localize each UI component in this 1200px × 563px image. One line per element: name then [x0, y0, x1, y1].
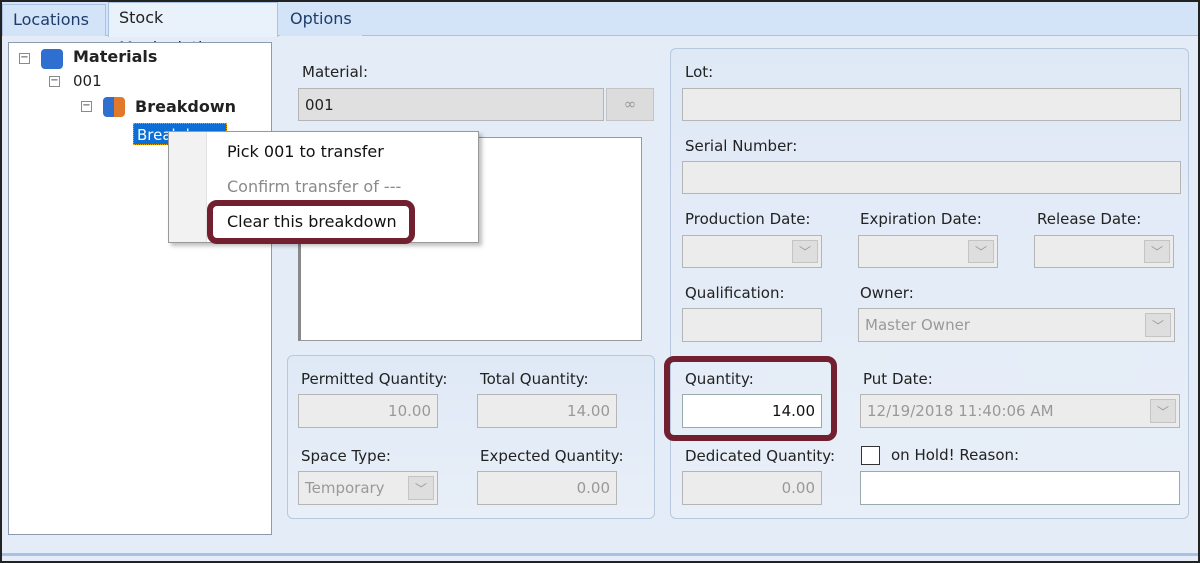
put-date-select[interactable]: 12/19/2018 11:40:06 AM ﹀: [860, 394, 1180, 428]
on-hold-checkbox[interactable]: [861, 446, 880, 465]
menu-item-pick[interactable]: Pick 001 to transfer: [227, 142, 384, 161]
collapse-icon[interactable]: −: [49, 76, 60, 87]
total-quantity-field[interactable]: 14.00: [477, 394, 617, 428]
owner-select[interactable]: Master Owner ﹀: [858, 308, 1175, 342]
permitted-quantity-field[interactable]: 10.00: [298, 394, 438, 428]
menu-item-confirm-transfer: Confirm transfer of ---: [227, 177, 402, 196]
qualification-field[interactable]: [682, 308, 822, 342]
clear-breakdown-highlight: [207, 200, 415, 244]
materials-tree[interactable]: − Materials − 001 − Breakdown Breakdown: [8, 42, 272, 535]
release-date-label: Release Date:: [1037, 210, 1142, 228]
release-date-select[interactable]: ﹀: [1034, 235, 1174, 268]
on-hold-label: on Hold! Reason:: [891, 446, 1020, 464]
chevron-down-icon: ﹀: [1150, 399, 1176, 423]
tab-bar: Locations Stock Manipulation Options: [2, 2, 1198, 57]
owner-value: Master Owner: [865, 316, 970, 334]
put-date-value: 12/19/2018 11:40:06 AM: [867, 402, 1054, 420]
expected-quantity-field[interactable]: 0.00: [477, 471, 617, 505]
serial-number-field[interactable]: [682, 161, 1181, 194]
puzzle-icon: [41, 49, 63, 69]
owner-label: Owner:: [860, 284, 914, 302]
expiration-date-select[interactable]: ﹀: [858, 235, 998, 268]
bottom-divider: [2, 553, 1198, 556]
binoculars-icon[interactable]: ∞: [606, 88, 654, 121]
hold-reason-field[interactable]: [860, 471, 1180, 505]
collapse-icon[interactable]: −: [81, 101, 92, 112]
tab-stock-manipulation[interactable]: Stock Manipulation: [108, 2, 278, 57]
tree-node-breakdown-group[interactable]: Breakdown: [135, 97, 236, 116]
quantity-highlight: [664, 356, 837, 441]
dedicated-quantity-label: Dedicated Quantity:: [685, 447, 836, 465]
chevron-down-icon: ﹀: [1144, 240, 1170, 263]
chevron-down-icon: ﹀: [1145, 313, 1171, 337]
lot-label: Lot:: [685, 63, 714, 81]
space-type-select[interactable]: Temporary ﹀: [298, 471, 438, 505]
put-date-label: Put Date:: [863, 370, 933, 388]
breakdown-icon: [103, 97, 125, 117]
chevron-down-icon: ﹀: [408, 476, 434, 500]
serial-number-label: Serial Number:: [685, 137, 798, 155]
production-date-label: Production Date:: [685, 210, 811, 228]
chevron-down-icon: ﹀: [968, 240, 994, 263]
menu-gutter: [169, 132, 207, 242]
total-quantity-label: Total Quantity:: [480, 370, 589, 388]
permitted-quantity-label: Permitted Quantity:: [301, 370, 448, 388]
tab-options[interactable]: Options: [280, 4, 362, 36]
tree-node-001[interactable]: 001: [73, 72, 102, 90]
space-type-label: Space Type:: [301, 447, 391, 465]
expiration-date-label: Expiration Date:: [860, 210, 982, 228]
chevron-down-icon: ﹀: [792, 240, 818, 263]
tab-locations[interactable]: Locations: [2, 4, 106, 36]
qualification-label: Qualification:: [685, 284, 785, 302]
production-date-select[interactable]: ﹀: [682, 235, 822, 268]
collapse-icon[interactable]: −: [19, 53, 30, 64]
tree-node-materials[interactable]: Materials: [73, 47, 157, 66]
material-field[interactable]: 001: [298, 88, 604, 121]
space-type-value: Temporary: [305, 479, 385, 497]
dedicated-quantity-field[interactable]: 0.00: [682, 471, 822, 505]
lot-field[interactable]: [682, 88, 1181, 121]
material-label: Material:: [302, 63, 368, 81]
expected-quantity-label: Expected Quantity:: [480, 447, 624, 465]
